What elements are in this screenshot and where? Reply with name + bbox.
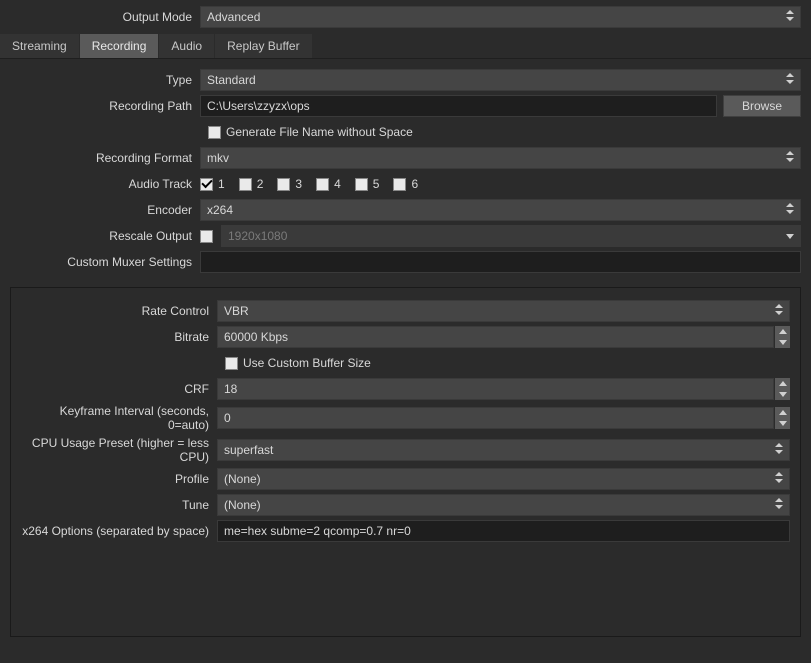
output-mode-select[interactable]: Advanced	[200, 6, 801, 28]
rate-control-select[interactable]: VBR	[217, 300, 790, 322]
audio-track-4-checkbox[interactable]	[316, 178, 329, 191]
tab-replay-buffer[interactable]: Replay Buffer	[215, 34, 312, 58]
audio-track-1-label: 1	[218, 177, 225, 191]
chevron-updown-icon	[786, 70, 794, 90]
rescale-output-value: 1920x1080	[228, 229, 786, 243]
audio-track-3-checkbox[interactable]	[277, 178, 290, 191]
rescale-output-checkbox[interactable]	[200, 230, 213, 243]
x264-options-label: x264 Options (separated by space)	[17, 524, 217, 538]
audio-track-4-label: 4	[334, 177, 341, 191]
cpu-preset-select[interactable]: superfast	[217, 439, 790, 461]
spinner-down-icon[interactable]	[775, 389, 790, 400]
cpu-preset-value: superfast	[224, 443, 775, 457]
rescale-output-label: Rescale Output	[10, 229, 200, 243]
audio-track-2-checkbox[interactable]	[239, 178, 252, 191]
output-tabs: Streaming Recording Audio Replay Buffer	[0, 34, 811, 59]
chevron-updown-icon	[786, 200, 794, 220]
profile-label: Profile	[17, 472, 217, 486]
audio-track-1-checkbox[interactable]	[200, 178, 213, 191]
profile-value: (None)	[224, 472, 775, 486]
audio-track-6-checkbox[interactable]	[393, 178, 406, 191]
chevron-updown-icon	[775, 495, 783, 515]
bitrate-spinner[interactable]: 60000 Kbps	[217, 326, 790, 348]
crf-label: CRF	[17, 382, 217, 396]
tune-select[interactable]: (None)	[217, 494, 790, 516]
bitrate-label: Bitrate	[17, 330, 217, 344]
spinner-down-icon[interactable]	[775, 418, 790, 429]
chevron-updown-icon	[775, 469, 783, 489]
custom-buffer-checkbox[interactable]	[225, 357, 238, 370]
keyframe-interval-label: Keyframe Interval (seconds, 0=auto)	[17, 404, 217, 432]
x264-options-value: me=hex subme=2 qcomp=0.7 nr=0	[224, 524, 411, 538]
tab-audio[interactable]: Audio	[159, 34, 214, 58]
tune-value: (None)	[224, 498, 775, 512]
audio-track-2-label: 2	[257, 177, 264, 191]
recording-format-label: Recording Format	[10, 151, 200, 165]
browse-button[interactable]: Browse	[723, 95, 801, 117]
cpu-preset-label: CPU Usage Preset (higher = less CPU)	[17, 436, 217, 464]
recording-path-label: Recording Path	[10, 99, 200, 113]
audio-track-5-checkbox[interactable]	[355, 178, 368, 191]
encoder-value: x264	[207, 203, 786, 217]
chevron-updown-icon	[775, 301, 783, 321]
spinner-up-icon[interactable]	[775, 378, 790, 389]
encoder-select[interactable]: x264	[200, 199, 801, 221]
audio-track-label: Audio Track	[10, 177, 200, 191]
output-mode-label: Output Mode	[10, 10, 200, 24]
recording-path-value: C:\Users\zzyzx\ops	[207, 99, 310, 113]
chevron-down-icon	[786, 229, 794, 243]
encoder-label: Encoder	[10, 203, 200, 217]
tab-recording[interactable]: Recording	[80, 34, 159, 58]
custom-muxer-input[interactable]	[200, 251, 801, 273]
bitrate-value: 60000 Kbps	[224, 330, 288, 344]
type-label: Type	[10, 73, 200, 87]
x264-options-input[interactable]: me=hex subme=2 qcomp=0.7 nr=0	[217, 520, 790, 542]
spinner-down-icon[interactable]	[775, 337, 790, 348]
crf-value: 18	[224, 382, 237, 396]
profile-select[interactable]: (None)	[217, 468, 790, 490]
chevron-updown-icon	[786, 7, 794, 27]
custom-buffer-label: Use Custom Buffer Size	[243, 356, 371, 370]
rate-control-label: Rate Control	[17, 304, 217, 318]
encoder-settings-panel: Rate Control VBR Bitrate 60000 Kbps Use …	[10, 287, 801, 637]
crf-spinner[interactable]: 18	[217, 378, 790, 400]
keyframe-interval-value: 0	[224, 411, 231, 425]
recording-format-select[interactable]: mkv	[200, 147, 801, 169]
spinner-up-icon[interactable]	[775, 326, 790, 337]
keyframe-interval-spinner[interactable]: 0	[217, 407, 790, 429]
tab-streaming[interactable]: Streaming	[0, 34, 79, 58]
generate-filename-checkbox[interactable]	[208, 126, 221, 139]
audio-track-3-label: 3	[295, 177, 302, 191]
chevron-updown-icon	[775, 440, 783, 460]
rescale-output-select: 1920x1080	[221, 225, 801, 247]
rate-control-value: VBR	[224, 304, 775, 318]
type-value: Standard	[207, 73, 786, 87]
audio-track-6-label: 6	[411, 177, 418, 191]
audio-track-5-label: 5	[373, 177, 380, 191]
spinner-up-icon[interactable]	[775, 407, 790, 418]
recording-format-value: mkv	[207, 151, 786, 165]
chevron-updown-icon	[786, 148, 794, 168]
type-select[interactable]: Standard	[200, 69, 801, 91]
output-mode-value: Advanced	[207, 10, 786, 24]
custom-muxer-label: Custom Muxer Settings	[10, 255, 200, 269]
recording-path-input[interactable]: C:\Users\zzyzx\ops	[200, 95, 717, 117]
tune-label: Tune	[17, 498, 217, 512]
generate-filename-label: Generate File Name without Space	[226, 125, 413, 139]
